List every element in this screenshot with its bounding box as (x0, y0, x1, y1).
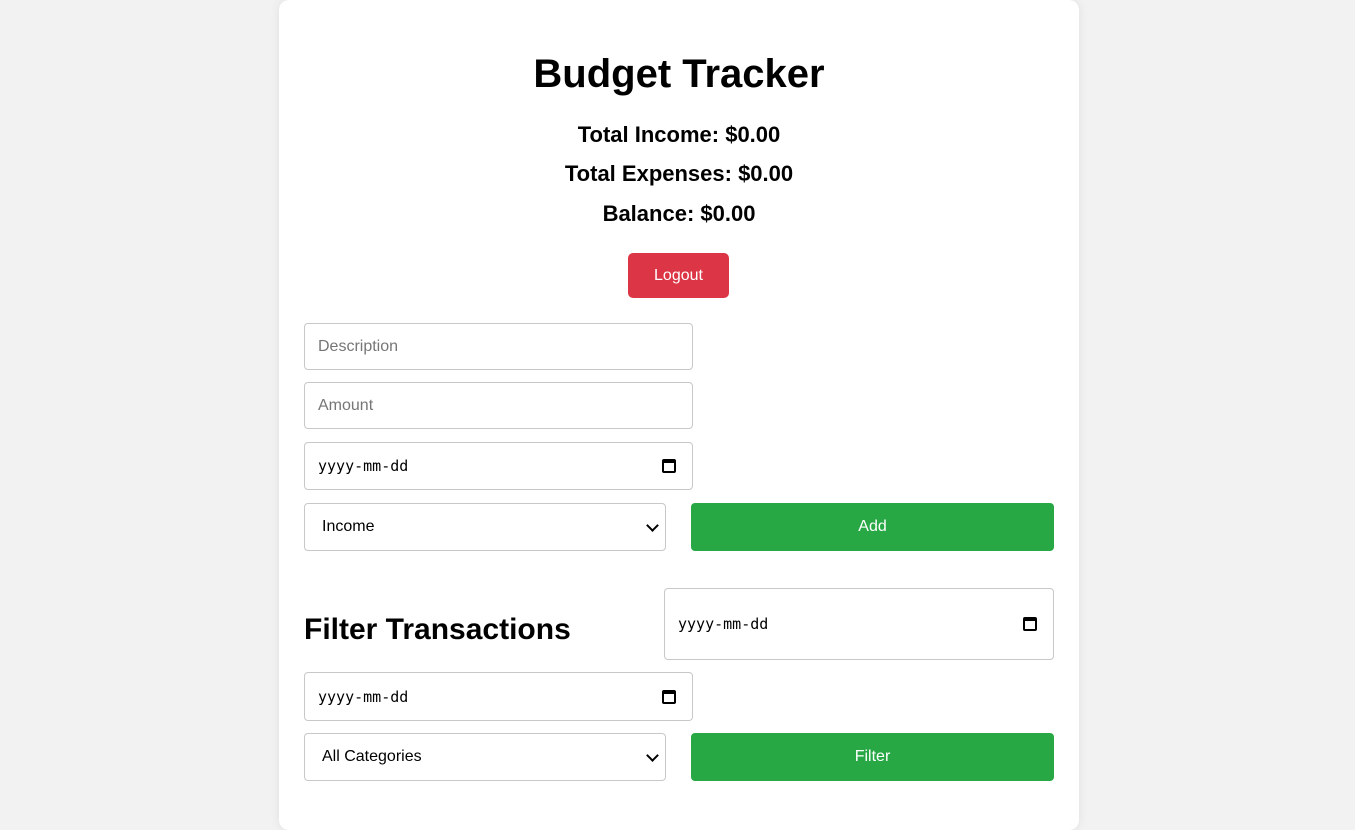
logout-button[interactable]: Logout (628, 253, 729, 298)
total-expenses: Total Expenses: $0.00 (564, 161, 794, 186)
chevron-down-icon (646, 519, 659, 532)
filter-end-date-placeholder: yyyy-mm-dd (318, 687, 409, 706)
add-button[interactable]: Add (691, 503, 1054, 551)
transaction-type-value: Income (322, 518, 375, 535)
filter-start-date-placeholder: yyyy-mm-dd (678, 615, 769, 633)
description-input[interactable]: Description (304, 323, 693, 370)
budget-card: Budget Tracker Total Income: $0.00 Total… (279, 0, 1079, 830)
filter-start-date-input[interactable]: yyyy-mm-dd (664, 588, 1054, 660)
calendar-icon[interactable] (662, 689, 676, 704)
transaction-type-select[interactable]: Income (304, 503, 666, 551)
category-value: All Categories (322, 748, 422, 765)
chevron-down-icon (646, 749, 659, 762)
transaction-date-placeholder: yyyy-mm-dd (318, 457, 409, 475)
page-title: Budget Tracker (533, 52, 825, 96)
calendar-icon[interactable] (1023, 617, 1037, 631)
total-income: Total Income: $0.00 (577, 122, 781, 147)
balance: Balance: $0.00 (602, 201, 756, 226)
description-placeholder: Description (318, 337, 399, 355)
amount-input[interactable]: Amount (304, 382, 693, 429)
calendar-icon[interactable] (662, 459, 676, 473)
amount-placeholder: Amount (318, 396, 374, 414)
filter-end-date-input[interactable]: yyyy-mm-dd (304, 672, 693, 721)
filter-title: Filter Transactions (304, 613, 571, 646)
filter-button[interactable]: Filter (691, 733, 1054, 781)
category-select[interactable]: All Categories (304, 733, 666, 781)
transaction-date-input[interactable]: yyyy-mm-dd (304, 442, 693, 490)
